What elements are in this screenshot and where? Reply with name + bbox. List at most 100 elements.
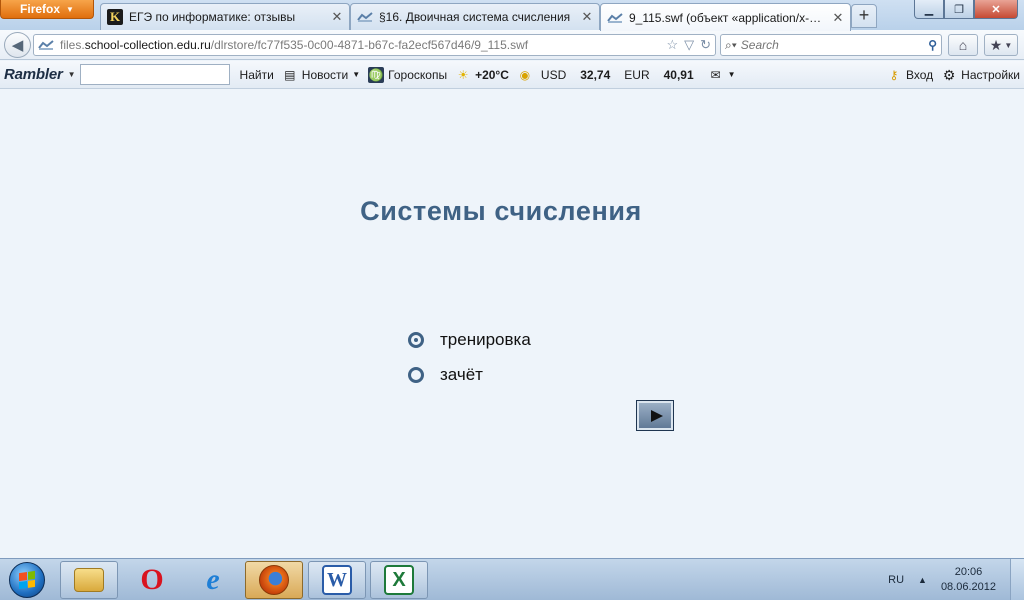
eur-label: EUR [624, 67, 650, 82]
page-title: Системы счисления [360, 196, 642, 226]
rambler-horoscope-button[interactable]: ♍ Гороскопы [368, 66, 448, 83]
address-bar[interactable]: files.school-collection.edu.ru/dlrstore/… [33, 34, 716, 56]
internet-explorer-icon: e [206, 563, 220, 596]
history-dropdown-icon[interactable]: ▽ [684, 37, 694, 53]
rambler-toolbar: Rambler ▼ Найти ▤ Новости ▼ ♍ Гороскопы … [0, 61, 1024, 89]
find-label: Найти [239, 67, 274, 82]
close-tab-icon[interactable]: ✕ [832, 10, 844, 26]
opera-icon: O [140, 563, 164, 596]
url-path: /dlrstore/fc77f535-0c00-4871-b67c-fa2ecf… [210, 38, 529, 52]
school-collection-icon [607, 10, 623, 26]
k-logo-icon: K [107, 9, 123, 25]
title-bar: Firefox ▼ K ЕГЭ по информатике: отзывы ✕… [0, 0, 1024, 31]
weather-value: +20°C [475, 67, 509, 82]
taskbar-explorer[interactable] [60, 561, 118, 599]
bookmarks-menu-button[interactable]: ★ ▼ [984, 34, 1018, 56]
close-icon: ✕ [991, 3, 1001, 16]
home-button[interactable]: ⌂ [948, 34, 978, 56]
site-identity-icon[interactable] [38, 37, 54, 53]
restore-icon: ❐ [954, 3, 964, 16]
minimize-button[interactable]: ▁ [914, 0, 944, 19]
bookmarks-icon: ★ [989, 36, 1003, 53]
usd-value: 32,74 [580, 67, 611, 82]
close-window-button[interactable]: ✕ [974, 0, 1018, 19]
gear-icon: ⚙ [942, 66, 956, 83]
radio-selected-icon[interactable] [408, 332, 424, 348]
windows-taskbar: O e W X RU ▲ 20:06 08.06.2012 [0, 558, 1024, 600]
language-indicator[interactable]: RU [888, 574, 904, 586]
reload-icon[interactable]: ↻ [700, 37, 711, 53]
restore-button[interactable]: ❐ [944, 0, 974, 19]
rambler-news-button[interactable]: ▤ Новости ▼ [282, 67, 360, 83]
clock[interactable]: 20:06 08.06.2012 [941, 565, 996, 595]
news-icon: ▤ [284, 67, 296, 82]
option-training[interactable]: тренировка [408, 329, 531, 351]
rambler-find-button[interactable]: Найти [240, 68, 274, 82]
new-tab-button[interactable]: + [851, 4, 877, 28]
search-engine-icon[interactable]: ⌕▾ [725, 38, 737, 53]
play-icon [650, 409, 663, 422]
rambler-login-button[interactable]: ⚷ Вход [886, 67, 934, 83]
tray-expand-icon[interactable]: ▲ [918, 575, 927, 585]
system-tray: RU ▲ 20:06 08.06.2012 [888, 559, 996, 600]
weather-sun-cloud-icon: ☀ [457, 67, 469, 82]
radio-unselected-icon[interactable] [408, 367, 424, 383]
search-input[interactable] [740, 38, 925, 52]
rambler-currency-usd[interactable]: USD 32,74 [541, 68, 610, 82]
chevron-down-icon: ▼ [1004, 40, 1013, 50]
rambler-search-input[interactable] [79, 64, 230, 85]
word-icon: W [322, 565, 352, 595]
chevron-down-icon: ▼ [727, 70, 736, 79]
school-collection-icon [357, 9, 373, 25]
chevron-down-icon: ▼ [352, 70, 361, 79]
start-button[interactable] [2, 560, 52, 600]
excel-icon: X [384, 565, 414, 595]
show-desktop-button[interactable] [1010, 559, 1024, 600]
news-label: Новости [301, 67, 349, 82]
mail-icon: ✉ [710, 67, 721, 82]
clock-date: 08.06.2012 [940, 581, 996, 593]
url-text[interactable]: files.school-collection.edu.ru/dlrstore/… [60, 38, 660, 52]
login-label: Вход [906, 68, 934, 82]
taskbar-word[interactable]: W [308, 561, 366, 599]
chevron-down-icon[interactable]: ▼ [68, 70, 76, 79]
rambler-traffic-button[interactable]: ◉ [517, 67, 533, 83]
url-host: school-collection.edu.ru [84, 38, 211, 52]
option-test[interactable]: зачёт [408, 364, 483, 386]
horoscope-label: Гороскопы [388, 67, 448, 82]
search-bar[interactable]: ⌕▾ ⚲ [720, 34, 942, 56]
rambler-currency-eur[interactable]: EUR 40,91 [624, 68, 693, 82]
back-button[interactable]: ◀ [4, 32, 31, 58]
windows-logo-icon [9, 562, 45, 598]
minimize-icon: ▁ [924, 3, 934, 16]
start-button[interactable] [636, 400, 674, 431]
settings-label: Настройки [961, 68, 1020, 82]
rambler-settings-button[interactable]: ⚙ Настройки [941, 67, 1020, 83]
option-test-label: зачёт [440, 365, 483, 384]
arrow-left-icon: ◀ [11, 37, 24, 54]
close-tab-icon[interactable]: ✕ [581, 9, 593, 25]
search-icon[interactable]: ⚲ [928, 38, 937, 52]
firefox-icon [259, 565, 289, 595]
tab-label: 9_115.swf (объект «application/x-sho... [629, 10, 826, 25]
tab-binary-system[interactable]: §16. Двоичная система счисления ✕ [350, 3, 600, 30]
chevron-down-icon: ▼ [66, 4, 74, 14]
rambler-weather-button[interactable]: ☀ +20°C [455, 67, 509, 83]
rambler-logo[interactable]: Rambler [4, 66, 63, 83]
taskbar-firefox[interactable] [245, 561, 303, 599]
rambler-mail-button[interactable]: ✉ ▼ [708, 67, 736, 83]
navigation-bar: ◀ files.school-collection.edu.ru/dlrstor… [0, 30, 1024, 60]
bookmark-star-icon[interactable]: ☆ [666, 37, 678, 53]
tab-label: ЕГЭ по информатике: отзывы [129, 10, 296, 24]
taskbar-opera[interactable]: O [123, 561, 181, 599]
clock-time: 20:06 [954, 566, 983, 578]
tab-swf-object[interactable]: 9_115.swf (объект «application/x-sho... … [600, 3, 851, 31]
tab-ege-reviews[interactable]: K ЕГЭ по информатике: отзывы ✕ [100, 3, 350, 30]
eur-value: 40,91 [663, 67, 694, 82]
close-tab-icon[interactable]: ✕ [331, 9, 343, 25]
explorer-icon [74, 568, 104, 592]
firefox-menu-button[interactable]: Firefox ▼ [0, 0, 94, 19]
taskbar-internet-explorer[interactable]: e [184, 561, 242, 599]
taskbar-excel[interactable]: X [370, 561, 428, 599]
key-icon: ⚷ [889, 68, 899, 82]
